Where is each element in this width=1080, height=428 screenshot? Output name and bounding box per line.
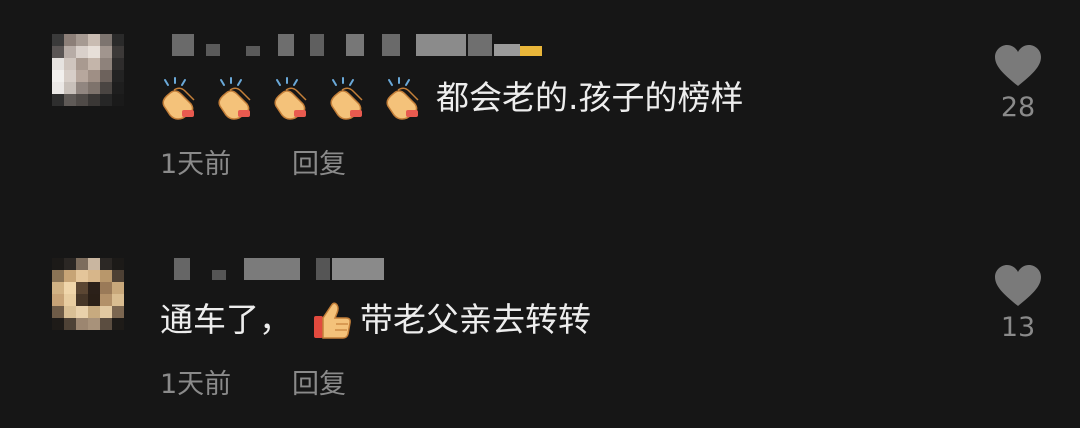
comment-text-before: 通车了， bbox=[160, 300, 292, 339]
username-pixelated bbox=[160, 258, 460, 280]
comment-text: 都会老的.孩子的榜样 bbox=[160, 76, 744, 120]
heart-icon bbox=[995, 45, 1041, 86]
clapping-hands-icon bbox=[160, 76, 204, 120]
clapping-hands-icon bbox=[384, 76, 428, 120]
username-pixelated bbox=[160, 34, 560, 56]
reply-button[interactable]: 回复 bbox=[292, 362, 346, 401]
clapping-hands-icon bbox=[328, 76, 372, 120]
comment-meta: 1天前 回复 bbox=[160, 142, 346, 181]
comment-meta: 1天前 回复 bbox=[160, 362, 346, 401]
reply-button[interactable]: 回复 bbox=[292, 142, 346, 181]
clapping-hands-icon bbox=[272, 76, 316, 120]
comment-time: 1天前 bbox=[160, 369, 232, 400]
comment-text: 通车了， 带老父亲去转转 bbox=[160, 298, 591, 342]
avatar[interactable] bbox=[52, 34, 124, 106]
comment-text-after: 带老父亲去转转 bbox=[360, 300, 591, 339]
like-button[interactable]: 13 bbox=[988, 264, 1048, 343]
like-count: 13 bbox=[1000, 312, 1036, 343]
thumbs-up-icon bbox=[310, 298, 354, 342]
like-count: 28 bbox=[1000, 92, 1036, 123]
comment-time: 1天前 bbox=[160, 149, 232, 180]
like-button[interactable]: 28 bbox=[988, 44, 1048, 123]
comment-text-content: 都会老的.孩子的榜样 bbox=[436, 78, 744, 117]
avatar[interactable] bbox=[52, 258, 124, 330]
clapping-hands-icon bbox=[216, 76, 260, 120]
heart-icon bbox=[995, 265, 1041, 306]
